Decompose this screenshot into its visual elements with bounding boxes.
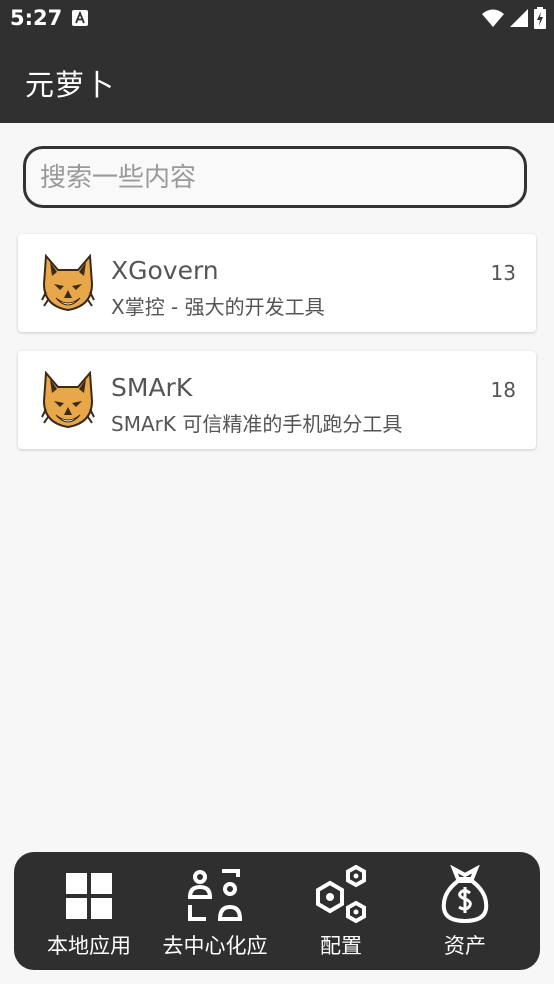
status-bar: 5:27 xyxy=(0,0,554,38)
nav-item-local-apps[interactable]: 本地应用 xyxy=(24,852,154,970)
app-name: XGovern xyxy=(111,256,219,285)
nav-label: 配置 xyxy=(320,934,362,958)
nav-label: 去中心化应 xyxy=(162,934,268,958)
search-box[interactable] xyxy=(23,146,527,208)
app-title: 元萝卜 xyxy=(25,68,116,102)
app-count: 18 xyxy=(490,378,516,402)
app-bar: 元萝卜 xyxy=(0,38,554,123)
nav-item-decentralized[interactable]: 去中心化应 xyxy=(150,852,280,970)
lynx-logo-icon xyxy=(41,371,95,429)
money-bag-icon xyxy=(441,865,489,924)
grid-apps-icon xyxy=(66,873,112,919)
app-name: SMArK xyxy=(111,373,193,402)
app-description: X掌控 - 强大的开发工具 xyxy=(111,295,325,319)
status-time: 5:27 xyxy=(10,6,63,30)
app-count: 13 xyxy=(490,261,516,285)
app-description: SMArK 可信精准的手机跑分工具 xyxy=(111,412,403,436)
app-card-smark[interactable]: SMArK SMArK 可信精准的手机跑分工具 18 xyxy=(18,351,536,449)
nav-label: 资产 xyxy=(444,934,486,958)
app-card-xgovern[interactable]: XGovern X掌控 - 强大的开发工具 13 xyxy=(18,234,536,332)
nav-label: 本地应用 xyxy=(47,934,131,958)
lynx-logo-icon xyxy=(41,254,95,312)
hexagon-settings-icon xyxy=(316,865,366,924)
signal-icon xyxy=(510,9,528,27)
bottom-nav: 本地应用 去中心化应 配置 资产 xyxy=(14,852,540,970)
search-input[interactable] xyxy=(38,149,512,207)
notification-a-icon xyxy=(72,10,88,26)
nav-item-settings[interactable]: 配置 xyxy=(276,852,406,970)
wifi-icon xyxy=(482,9,504,27)
decentralized-icon xyxy=(187,869,243,921)
battery-charging-icon xyxy=(534,7,546,29)
system-icons xyxy=(482,7,546,29)
nav-item-assets[interactable]: 资产 xyxy=(400,852,530,970)
